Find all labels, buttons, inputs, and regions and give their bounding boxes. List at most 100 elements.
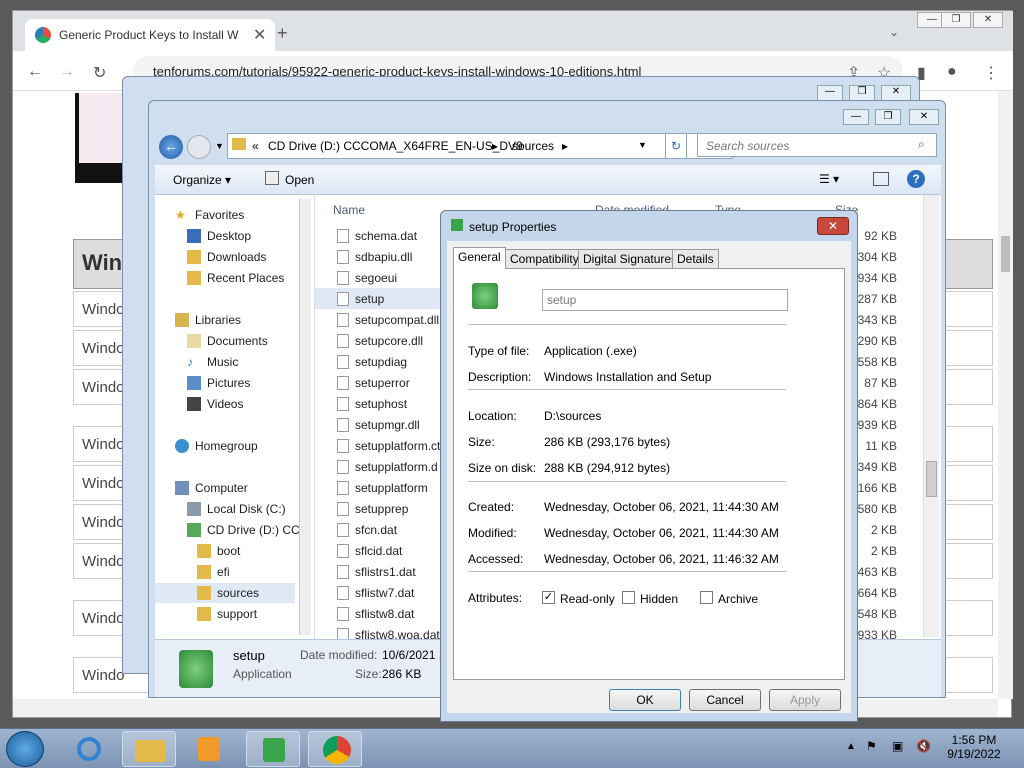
breadcrumb-overflow[interactable]: « — [252, 139, 259, 153]
file-scrollbar[interactable] — [923, 195, 939, 637]
explorer-forward-icon[interactable] — [187, 135, 211, 159]
dialog-body: General Compatibility Digital Signatures… — [447, 241, 851, 713]
browser-close-icon[interactable]: ✕ — [973, 12, 1003, 28]
file-name: schema.dat — [355, 229, 418, 243]
explorer-minimize-icon[interactable]: — — [843, 109, 869, 125]
recent-pages-icon[interactable]: ▼ — [215, 141, 224, 151]
nav-libraries[interactable]: Libraries — [155, 310, 305, 330]
scrollbar-thumb[interactable] — [1001, 236, 1010, 272]
back-icon[interactable]: ← — [27, 63, 43, 81]
show-hidden-icons[interactable]: ▲ — [846, 741, 856, 752]
nav-folder-boot[interactable]: boot — [155, 541, 305, 561]
cancel-button[interactable]: Cancel — [689, 689, 761, 711]
explorer-back-icon[interactable]: ← — [159, 135, 183, 159]
divider — [468, 389, 786, 390]
readonly-checkbox[interactable]: ✓ — [542, 591, 555, 604]
address-dropdown-icon[interactable]: ▼ — [638, 140, 647, 150]
profile-icon[interactable]: ● — [947, 63, 957, 81]
nav-scrollbar[interactable] — [299, 199, 311, 635]
tab-compatibility[interactable]: Compatibility — [505, 249, 584, 269]
views-icon[interactable]: ☰ ▾ — [819, 172, 839, 186]
nav-music[interactable]: ♪ Music — [155, 352, 305, 372]
chrome-taskbar-icon[interactable] — [308, 731, 362, 767]
nav-recent-places[interactable]: Recent Places — [155, 268, 305, 288]
open-icon — [265, 171, 279, 185]
file-icon — [337, 502, 349, 516]
archive-checkbox[interactable] — [700, 591, 713, 604]
forward-icon[interactable]: → — [59, 63, 75, 81]
search-icon: ⌕ — [918, 137, 925, 151]
file-scrollbar-thumb[interactable] — [926, 461, 937, 497]
filename-input[interactable]: setup — [542, 289, 788, 311]
breadcrumb-drive[interactable]: CD Drive (D:) CCCOMA_X64FRE_EN-US_DV9 — [268, 139, 523, 153]
ok-button[interactable]: OK — [609, 689, 681, 711]
file-name: sfcn.dat — [355, 523, 398, 537]
preview-pane-icon[interactable] — [873, 172, 889, 186]
tab-details[interactable]: Details — [672, 249, 719, 269]
setup-app-icon — [179, 650, 213, 688]
nav-cd-drive[interactable]: CD Drive (D:) CC — [155, 520, 305, 540]
explorer-address-bar[interactable]: « CD Drive (D:) CCCOMA_X64FRE_EN-US_DV9 … — [227, 133, 733, 159]
start-button[interactable] — [6, 731, 44, 767]
clock[interactable]: 1:56 PM 9/19/2022 — [944, 733, 1004, 761]
refresh-icon[interactable]: ↻ — [665, 133, 687, 159]
tab-close-icon[interactable]: ✕ — [253, 25, 266, 45]
organize-button[interactable]: Organize ▾ — [173, 173, 231, 187]
file-name: segoeui — [355, 271, 398, 285]
file-icon — [337, 481, 349, 495]
clock-date: 9/19/2022 — [947, 747, 1001, 761]
help-icon[interactable]: ? — [907, 170, 925, 188]
close-icon[interactable]: ✕ — [881, 85, 911, 101]
open-button[interactable]: Open — [285, 173, 314, 187]
nav-computer[interactable]: Computer — [155, 478, 305, 498]
media-player-icon[interactable] — [182, 731, 236, 767]
browser-tab[interactable]: Generic Product Keys to Install W ✕ — [25, 19, 275, 51]
explorer-close-icon[interactable]: ✕ — [909, 109, 939, 125]
explorer-maximize-icon[interactable]: ❐ — [875, 109, 901, 125]
search-placeholder: Search sources — [706, 139, 790, 153]
browser-maximize-icon[interactable]: ❐ — [941, 12, 971, 28]
action-center-icon[interactable]: ⚑ — [866, 739, 877, 753]
volume-muted-icon[interactable]: 🔇 — [916, 739, 931, 753]
file-explorer-icon[interactable] — [122, 731, 176, 767]
maximize-icon[interactable]: ❐ — [849, 85, 875, 101]
nav-folder-support[interactable]: support — [155, 604, 305, 624]
nav-videos[interactable]: Videos — [155, 394, 305, 414]
location-label: Location: — [468, 409, 517, 423]
column-name[interactable]: Name — [333, 203, 365, 217]
reload-icon[interactable]: ↻ — [93, 63, 106, 83]
dialog-close-icon[interactable]: ✕ — [817, 217, 849, 235]
search-box[interactable]: Search sources ⌕ — [697, 133, 937, 157]
nav-favorites[interactable]: ★ Favorites — [155, 205, 305, 225]
new-tab-icon[interactable]: + — [277, 23, 288, 44]
tab-search-icon[interactable]: ⌄ — [889, 25, 899, 39]
hidden-label: Hidden — [640, 592, 679, 606]
divider — [468, 571, 786, 572]
menu-icon[interactable]: ⋮ — [983, 63, 999, 83]
apply-button[interactable]: Apply — [769, 689, 841, 711]
network-icon[interactable]: ▣ — [892, 739, 903, 753]
tab-general[interactable]: General — [453, 247, 506, 269]
page-scrollbar[interactable] — [998, 91, 1013, 699]
hidden-checkbox[interactable] — [622, 591, 635, 604]
nav-downloads[interactable]: Downloads — [155, 247, 305, 267]
attributes-label: Attributes: — [468, 591, 523, 605]
nav-folder-sources[interactable]: sources — [155, 583, 295, 603]
internet-explorer-icon[interactable] — [62, 731, 116, 767]
file-name: setupcore.dll — [355, 334, 424, 348]
general-tab-panel: setup Type of file: Application (.exe) D… — [453, 268, 845, 680]
nav-documents[interactable]: Documents — [155, 331, 305, 351]
nav-desktop[interactable]: Desktop — [155, 226, 305, 246]
file-icon — [337, 418, 349, 432]
breadcrumb-sources[interactable]: sources — [512, 139, 554, 153]
nav-folder-efi[interactable]: efi — [155, 562, 305, 582]
location-value: D:\sources — [544, 409, 602, 423]
file-name: sflcid.dat — [355, 544, 403, 558]
size-on-disk-value: 288 KB (294,912 bytes) — [544, 461, 671, 475]
nav-pictures[interactable]: Pictures — [155, 373, 305, 393]
minimize-icon[interactable]: — — [817, 85, 843, 101]
tab-digital-signatures[interactable]: Digital Signatures — [578, 249, 683, 269]
nav-homegroup[interactable]: Homegroup — [155, 436, 305, 456]
setup-taskbar-icon[interactable] — [246, 731, 300, 767]
nav-local-disk[interactable]: Local Disk (C:) — [155, 499, 305, 519]
